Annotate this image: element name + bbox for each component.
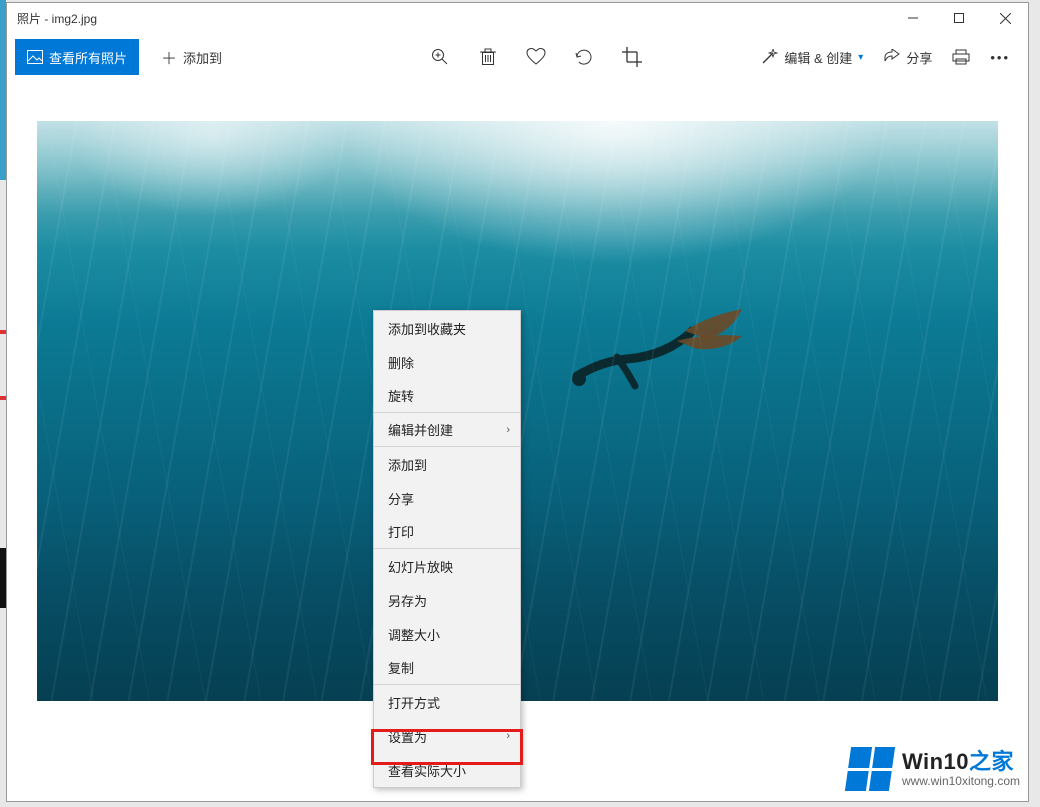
add-to-button[interactable]: ＋ 添加到 <box>147 39 236 75</box>
toolbar: 查看所有照片 ＋ 添加到 编辑 & <box>7 33 1028 81</box>
maximize-button[interactable] <box>936 3 982 33</box>
window-controls <box>890 3 1028 33</box>
menu-item-label: 旋转 <box>388 386 414 405</box>
menu-item-label: 编辑并创建 <box>388 420 453 439</box>
close-button[interactable] <box>982 3 1028 33</box>
zoom-button[interactable] <box>416 36 464 78</box>
context-menu--[interactable]: 旋转 <box>374 379 520 413</box>
menu-item-label: 幻灯片放映 <box>388 557 453 576</box>
chevron-right-icon: › <box>506 424 510 436</box>
title-bar: 照片 - img2.jpg <box>7 3 1028 33</box>
crop-icon <box>622 47 642 67</box>
share-icon <box>883 49 901 65</box>
delete-button[interactable] <box>464 36 512 78</box>
menu-item-label: 删除 <box>388 353 414 372</box>
minimize-button[interactable] <box>890 3 936 33</box>
menu-item-label: 打印 <box>388 522 414 541</box>
crop-button[interactable] <box>608 36 656 78</box>
menu-item-label: 复制 <box>388 658 414 677</box>
trash-icon <box>480 48 496 66</box>
context-menu: 添加到收藏夹删除旋转编辑并创建 › 添加到分享打印幻灯片放映另存为调整大小复制打开方… <box>373 310 521 788</box>
magic-icon <box>760 49 778 65</box>
print-toolbar-button[interactable] <box>942 36 980 78</box>
context-menu--[interactable]: 幻灯片放映 <box>374 549 520 583</box>
diver-graphic <box>557 291 767 411</box>
windows-logo-icon <box>845 747 895 791</box>
context-menu--[interactable]: 编辑并创建 › <box>374 413 520 447</box>
context-menu--[interactable]: 打开方式 <box>374 685 520 719</box>
center-tools <box>416 36 656 78</box>
context-menu--[interactable]: 添加到 <box>374 447 520 481</box>
view-all-label: 查看所有照片 <box>49 48 127 67</box>
watermark-title: Win10之家 <box>902 751 1020 773</box>
menu-item-label: 添加到收藏夹 <box>388 319 466 338</box>
favorite-button[interactable] <box>512 36 560 78</box>
context-menu--[interactable]: 调整大小 <box>374 617 520 651</box>
rotate-icon <box>574 48 594 66</box>
chevron-right-icon: › <box>506 730 510 742</box>
context-menu--[interactable]: 分享 <box>374 481 520 515</box>
plus-icon: ＋ <box>161 45 177 69</box>
share-button[interactable]: 分享 <box>873 36 942 78</box>
context-menu--[interactable]: 另存为 <box>374 583 520 617</box>
edit-create-button[interactable]: 编辑 & 创建 ▾ <box>750 36 873 78</box>
menu-item-label: 调整大小 <box>388 625 440 644</box>
print-icon <box>952 49 970 65</box>
share-label: 分享 <box>906 48 932 67</box>
context-menu--[interactable]: 添加到收藏夹 <box>374 311 520 345</box>
watermark: Win10之家 www.win10xitong.com <box>848 747 1020 791</box>
context-menu--[interactable]: 设置为 › <box>374 719 520 753</box>
context-menu--[interactable]: 复制 <box>374 651 520 685</box>
menu-item-label: 另存为 <box>388 591 427 610</box>
photo-icon <box>27 50 43 64</box>
watermark-url: www.win10xitong.com <box>902 775 1020 787</box>
zoom-icon <box>431 48 449 66</box>
menu-item-label: 查看实际大小 <box>388 761 466 780</box>
menu-item-label: 分享 <box>388 489 414 508</box>
more-button[interactable]: ••• <box>980 36 1020 78</box>
view-all-photos-button[interactable]: 查看所有照片 <box>15 39 139 75</box>
ellipsis-icon: ••• <box>990 50 1010 65</box>
context-menu--[interactable]: 删除 <box>374 345 520 379</box>
add-to-label: 添加到 <box>183 48 222 67</box>
menu-item-label: 打开方式 <box>388 693 440 712</box>
rotate-button[interactable] <box>560 36 608 78</box>
edit-create-label: 编辑 & 创建 <box>784 48 852 67</box>
context-menu--[interactable]: 打印 <box>374 515 520 549</box>
chevron-down-icon: ▾ <box>858 52 863 63</box>
menu-item-label: 添加到 <box>388 455 427 474</box>
menu-item-label: 设置为 <box>388 727 427 746</box>
heart-icon <box>526 48 546 66</box>
context-menu--[interactable]: 查看实际大小 <box>374 753 520 787</box>
window-title: 照片 - img2.jpg <box>17 10 97 27</box>
